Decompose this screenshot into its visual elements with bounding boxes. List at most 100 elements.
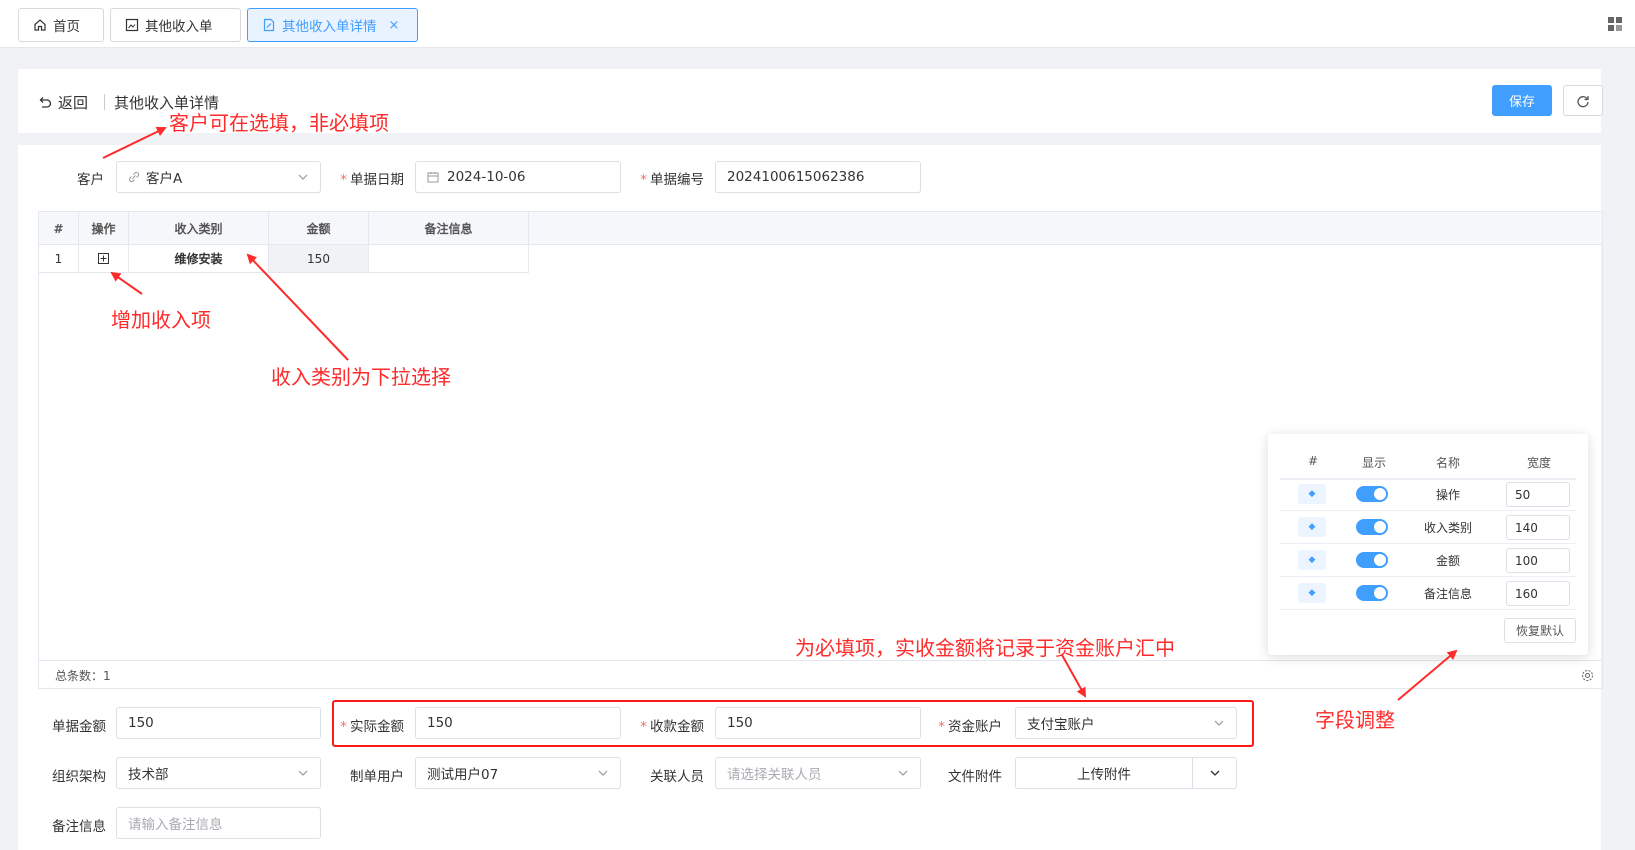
- reset-default-button[interactable]: 恢复默认: [1504, 618, 1576, 643]
- table-footer: 总条数：1: [39, 660, 1602, 689]
- tab-label: 首页: [53, 19, 80, 35]
- setting-name: 备注信息: [1423, 587, 1472, 601]
- creator-value: 测试用户07: [427, 767, 499, 783]
- gear-icon[interactable]: [1581, 669, 1594, 682]
- number-label: * 单据编号: [640, 172, 704, 188]
- drag-handle-icon[interactable]: ◆: [1298, 517, 1326, 537]
- org-select[interactable]: 技术部: [116, 757, 321, 789]
- related-placeholder: 请选择关联人员: [727, 767, 822, 783]
- add-item-note: 增加收入项: [111, 308, 211, 332]
- close-icon[interactable]: ×: [389, 18, 400, 33]
- related-select[interactable]: 请选择关联人员: [715, 757, 921, 789]
- back-button[interactable]: 返回: [38, 92, 88, 113]
- chevron-down-icon: [598, 770, 608, 776]
- doc-amount-label: 单据金额: [52, 719, 106, 735]
- tab-label: 其他收入单详情: [282, 19, 377, 35]
- number-input[interactable]: 2024100615062386: [715, 161, 921, 193]
- width-input[interactable]: 160: [1506, 581, 1570, 606]
- plus-square-icon: [98, 253, 109, 264]
- doc-amount-input[interactable]: 150: [116, 707, 321, 739]
- category-cell[interactable]: 维修安装: [129, 245, 269, 273]
- setting-name: 操作: [1435, 488, 1460, 502]
- edit-doc-icon: [263, 18, 275, 32]
- category-note: 收入类别为下拉选择: [271, 365, 451, 389]
- customer-label: 客户: [77, 172, 104, 188]
- date-picker[interactable]: 2024-10-06: [415, 161, 621, 193]
- remark-placeholder: 请输入备注信息: [128, 817, 223, 833]
- home-icon: [34, 19, 46, 31]
- visible-toggle[interactable]: [1356, 486, 1388, 502]
- column-settings-popup: # 显示 名称 宽度 ◆ 操作 50 ◆ 收入类别 140 ◆ 金额 100 ◆…: [1268, 434, 1588, 655]
- chevron-down-icon: [298, 770, 308, 776]
- refresh-icon: [1577, 95, 1589, 107]
- col-index: #: [39, 212, 79, 245]
- grid-menu-icon[interactable]: [1607, 16, 1623, 32]
- setting-row: ◆ 金额 100: [1280, 544, 1576, 577]
- width-input[interactable]: 140: [1506, 515, 1570, 540]
- creator-label: 制单用户: [350, 769, 404, 785]
- tab-label: 其他收入单: [145, 19, 213, 35]
- attachment-control: 上传附件: [1015, 757, 1237, 789]
- table-header: # 操作 收入类别 金额 备注信息: [39, 212, 1602, 245]
- row-count: 总条数：1: [55, 668, 111, 683]
- related-label: 关联人员: [650, 769, 704, 785]
- number-label-text: 单据编号: [650, 172, 704, 188]
- add-row-button[interactable]: [79, 245, 129, 273]
- tab-other-income[interactable]: 其他收入单: [110, 8, 241, 42]
- image-doc-icon: [125, 18, 139, 32]
- visible-toggle[interactable]: [1356, 585, 1388, 601]
- remark-label: 备注信息: [52, 819, 106, 835]
- date-label-text: 单据日期: [350, 172, 404, 188]
- doc-amount-value: 150: [128, 715, 154, 731]
- creator-select[interactable]: 测试用户07: [415, 757, 621, 789]
- save-button[interactable]: 保存: [1492, 85, 1552, 116]
- chevron-down-icon: [898, 770, 908, 776]
- org-label: 组织架构: [52, 769, 106, 785]
- tab-bar: 首页 其他收入单 其他收入单详情 ×: [0, 0, 1635, 48]
- upload-dropdown-button[interactable]: [1193, 758, 1236, 788]
- undo-icon: [39, 96, 52, 108]
- customer-select[interactable]: 客户A: [116, 161, 321, 193]
- row-index: 1: [39, 245, 79, 273]
- setting-name: 金额: [1435, 554, 1460, 568]
- calendar-icon: [427, 172, 439, 183]
- setting-row: ◆ 收入类别 140: [1280, 511, 1576, 544]
- amount-cell[interactable]: 150: [269, 245, 369, 273]
- upload-button[interactable]: 上传附件: [1016, 758, 1192, 788]
- required-note: 为必填项，实收金额将记录于资金账户汇中: [795, 636, 1175, 660]
- org-value: 技术部: [128, 767, 169, 783]
- date-label: * 单据日期: [340, 172, 404, 188]
- remark-input[interactable]: 请输入备注信息: [116, 807, 321, 839]
- visible-toggle[interactable]: [1356, 552, 1388, 568]
- remark-cell[interactable]: [369, 245, 529, 273]
- drag-handle-icon[interactable]: ◆: [1298, 550, 1326, 570]
- setting-row: ◆ 操作 50: [1280, 478, 1576, 511]
- attachment-label: 文件附件: [948, 769, 1002, 785]
- required-highlight-box: [332, 700, 1254, 747]
- popup-col-index: #: [1307, 454, 1319, 468]
- col-action: 操作: [79, 212, 129, 245]
- popup-col-width: 宽度: [1526, 456, 1551, 470]
- back-label: 返回: [58, 94, 89, 112]
- width-input[interactable]: 100: [1506, 548, 1570, 573]
- visible-toggle[interactable]: [1356, 519, 1388, 535]
- setting-name: 收入类别: [1423, 521, 1472, 535]
- link-icon: [128, 171, 140, 183]
- drag-handle-icon[interactable]: ◆: [1298, 484, 1326, 504]
- col-amount: 金额: [269, 212, 369, 245]
- date-value: 2024-10-06: [447, 169, 526, 185]
- col-category: 收入类别: [129, 212, 269, 245]
- field-adjust-note: 字段调整: [1315, 708, 1395, 732]
- width-input[interactable]: 50: [1506, 482, 1570, 507]
- setting-row: ◆ 备注信息 160: [1280, 577, 1576, 610]
- chevron-down-icon: [1210, 770, 1219, 776]
- drag-handle-icon[interactable]: ◆: [1298, 583, 1326, 603]
- customer-note: 客户可在选填，非必填项: [169, 111, 389, 135]
- number-value: 2024100615062386: [727, 169, 865, 185]
- divider: [104, 94, 105, 110]
- tab-other-income-detail[interactable]: 其他收入单详情 ×: [247, 8, 418, 42]
- refresh-button[interactable]: [1563, 85, 1603, 116]
- popup-col-name: 名称: [1435, 456, 1460, 470]
- tab-home[interactable]: 首页: [18, 8, 104, 42]
- customer-value: 客户A: [146, 171, 183, 187]
